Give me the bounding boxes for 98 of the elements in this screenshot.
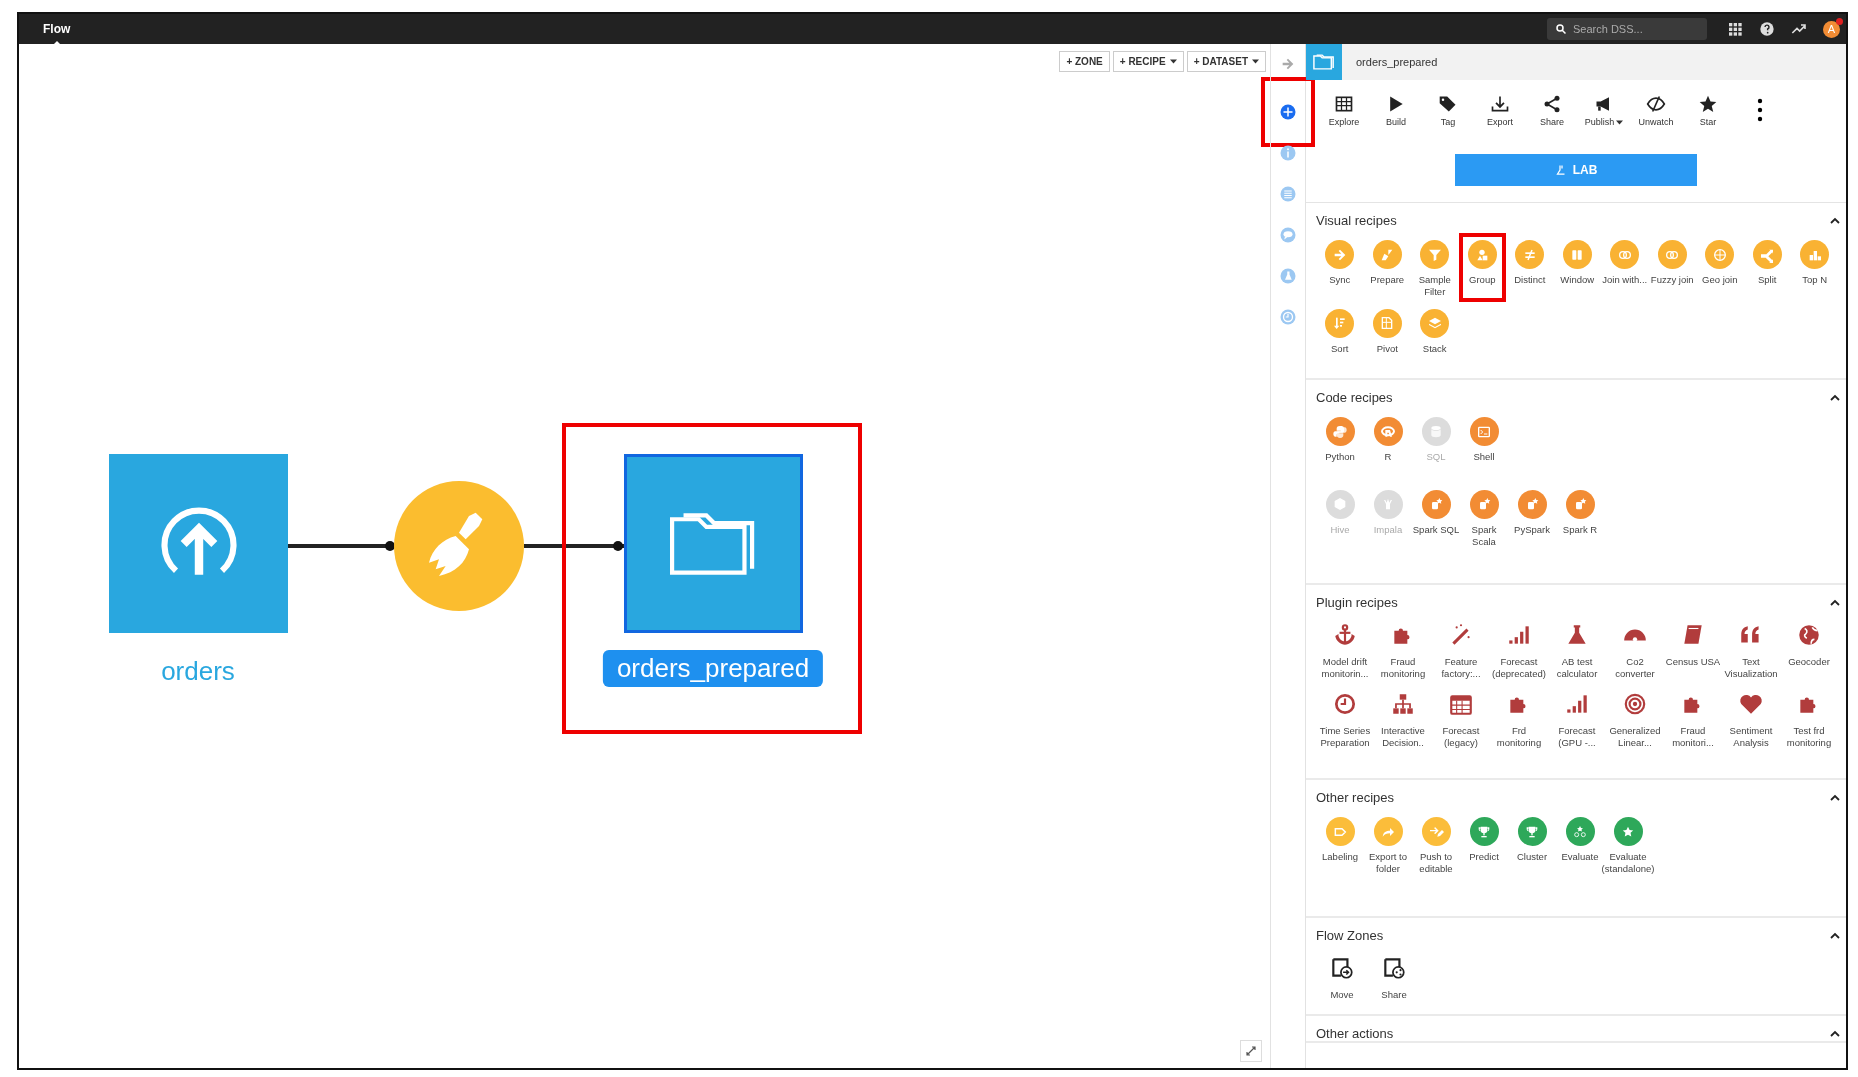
- add-button[interactable]: + RECIPE: [1112, 51, 1184, 72]
- notification-dot: [1836, 17, 1843, 25]
- recipe-item[interactable]: Spark SQL: [1412, 482, 1460, 552]
- recipe-item[interactable]: Join with...: [1601, 233, 1649, 302]
- action-button[interactable]: Export: [1474, 94, 1526, 146]
- recipe-item[interactable]: Export to folder: [1364, 810, 1412, 879]
- recipe-item[interactable]: Generalized Linear...: [1606, 683, 1664, 753]
- chevron-icon[interactable]: [1830, 793, 1840, 802]
- recipe-item[interactable]: Evaluate (standalone): [1604, 810, 1652, 879]
- recipe-item[interactable]: Spark Scala: [1460, 482, 1508, 552]
- recipe-item[interactable]: Labeling: [1316, 810, 1364, 879]
- list-icon: [1279, 184, 1297, 203]
- tag-icon: [1438, 94, 1458, 114]
- recipe-item[interactable]: PySpark: [1508, 482, 1556, 552]
- recipe-item[interactable]: Sort: [1316, 301, 1364, 359]
- recipe-item[interactable]: Cluster: [1508, 810, 1556, 879]
- recipe-item[interactable]: AB test calculator: [1548, 615, 1606, 684]
- recipe-item[interactable]: Distinct: [1506, 233, 1554, 302]
- chevron-icon[interactable]: [1830, 216, 1840, 225]
- dataset-node[interactable]: [624, 454, 803, 633]
- dataset-node[interactable]: [109, 454, 288, 633]
- section-title: Code recipes: [1316, 390, 1393, 405]
- share-icon: [1542, 94, 1562, 114]
- chevron-icon[interactable]: [1830, 393, 1840, 402]
- section-title: Plugin recipes: [1316, 595, 1398, 610]
- add-button[interactable]: + ZONE: [1059, 51, 1110, 72]
- recipe-item[interactable]: Census USA: [1664, 615, 1722, 684]
- recipe-item[interactable]: Fuzzy join: [1648, 233, 1696, 302]
- section-title: Flow Zones: [1316, 928, 1384, 943]
- recipe-item[interactable]: Sample Filter: [1411, 233, 1459, 302]
- node-label: orders_prepared: [602, 650, 824, 687]
- recipe-item[interactable]: Geo join: [1696, 233, 1744, 302]
- chat-icon: [1279, 225, 1297, 244]
- recipe-item[interactable]: Sync: [1316, 233, 1364, 302]
- action-button[interactable]: Build: [1370, 94, 1422, 146]
- recipe-item[interactable]: Co2 converter: [1606, 615, 1664, 684]
- section-title: Other recipes: [1316, 790, 1395, 805]
- recipe-item[interactable]: Spark R: [1556, 482, 1604, 552]
- recipe-item[interactable]: Shell: [1460, 410, 1508, 467]
- node-label: orders: [161, 656, 235, 687]
- caret-icon: [1616, 119, 1624, 125]
- recipe-item[interactable]: Interactive Decision..: [1374, 683, 1432, 753]
- recipe-item[interactable]: Move: [1316, 948, 1368, 1005]
- recipe-item[interactable]: R: [1364, 410, 1412, 467]
- search-field[interactable]: Search DSS...: [1547, 18, 1707, 40]
- recipe-item[interactable]: Fraud monitoring: [1374, 615, 1432, 684]
- flask-icon: [1279, 266, 1297, 285]
- recipe-item[interactable]: Time Series Preparation: [1316, 683, 1374, 753]
- recipe-item[interactable]: Predict: [1460, 810, 1508, 879]
- help-icon[interactable]: [1759, 21, 1775, 37]
- recipe-item[interactable]: Fraud monitori...: [1664, 683, 1722, 753]
- flask-icon: [1554, 163, 1567, 177]
- section-title: Other actions: [1316, 1026, 1394, 1041]
- recipe-item[interactable]: Group: [1458, 233, 1506, 302]
- recipe-item[interactable]: Stack: [1411, 301, 1459, 359]
- chevron-icon[interactable]: [1830, 931, 1840, 940]
- folder-icon: [1306, 44, 1342, 80]
- plus-icon: [1279, 103, 1297, 121]
- eye-slash-icon: [1646, 94, 1666, 114]
- section-title: Visual recipes: [1316, 213, 1397, 228]
- recipe-item[interactable]: Prepare: [1363, 233, 1411, 302]
- recipe-item[interactable]: Forecast (GPU -...: [1548, 683, 1606, 753]
- recipe-item[interactable]: Split: [1743, 233, 1791, 302]
- table-icon: [1334, 94, 1354, 114]
- download-icon: [1490, 94, 1510, 114]
- recipe-item[interactable]: Top N: [1791, 233, 1839, 302]
- action-button[interactable]: Star: [1682, 94, 1734, 146]
- grid-icon[interactable]: [1727, 21, 1743, 37]
- action-button[interactable]: Unwatch: [1630, 94, 1682, 146]
- chevron-icon[interactable]: [1830, 598, 1840, 607]
- recipe-item[interactable]: Text Visualization: [1722, 615, 1780, 684]
- chevron-icon[interactable]: [1830, 1029, 1840, 1038]
- recipe-item[interactable]: Frd monitoring: [1490, 683, 1548, 753]
- action-button[interactable]: Explore: [1318, 94, 1370, 146]
- action-button[interactable]: Share: [1526, 94, 1578, 146]
- action-button[interactable]: Publish: [1578, 94, 1630, 146]
- recipe-item[interactable]: Window: [1553, 233, 1601, 302]
- recipe-item[interactable]: Geocoder: [1780, 615, 1838, 684]
- recipe-item[interactable]: Python: [1316, 410, 1364, 467]
- recipe-item[interactable]: Pivot: [1363, 301, 1411, 359]
- action-button[interactable]: Tag: [1422, 94, 1474, 146]
- search-icon: [1555, 23, 1567, 35]
- recipe-item[interactable]: Model drift monitorin...: [1316, 615, 1374, 684]
- recipe-item[interactable]: Feature factory:...: [1432, 615, 1490, 684]
- recipe-item[interactable]: Forecast (deprecated): [1490, 615, 1548, 684]
- add-button[interactable]: + DATASET: [1186, 51, 1266, 72]
- caret-icon: [1252, 59, 1259, 64]
- expand-icon[interactable]: [1240, 1040, 1262, 1062]
- star-icon: [1698, 94, 1718, 114]
- caret-icon: [1169, 59, 1177, 64]
- panel-title: orders_prepared: [1356, 56, 1438, 68]
- clock-icon: [1279, 307, 1297, 326]
- recipe-item[interactable]: Push to editable: [1412, 810, 1460, 879]
- recipe-item[interactable]: Sentiment Analysis: [1722, 683, 1780, 753]
- recipe-item[interactable]: Test frd monitoring: [1780, 683, 1838, 753]
- recipe-item[interactable]: Share: [1368, 948, 1420, 1005]
- recipe-item[interactable]: Forecast (legacy): [1432, 683, 1490, 753]
- info-icon: [1279, 143, 1297, 162]
